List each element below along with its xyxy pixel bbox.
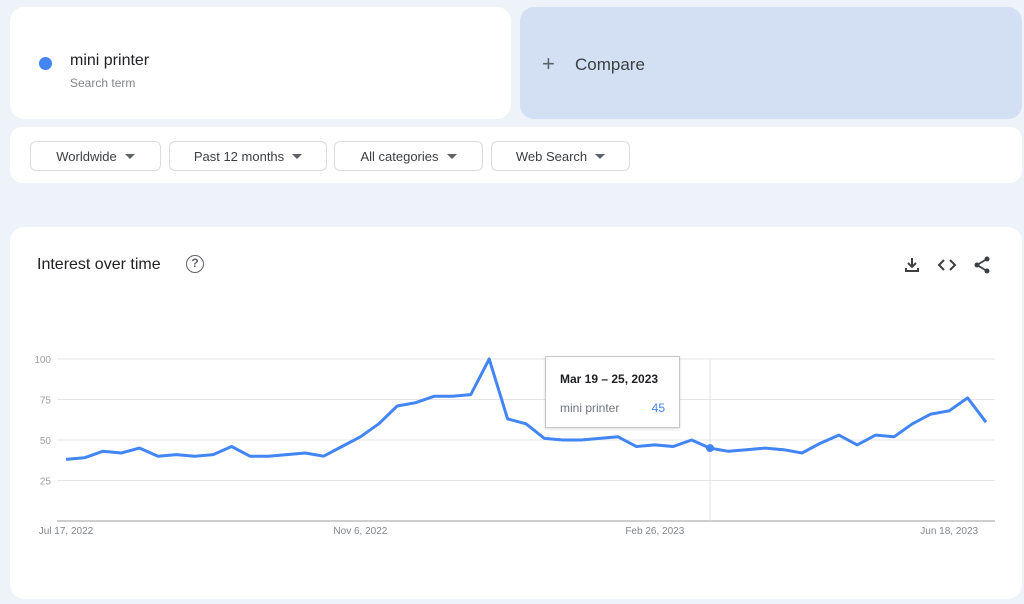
x-tick-label: Jul 17, 2022 <box>39 526 94 537</box>
y-tick-label: 75 <box>40 396 52 407</box>
series-line-mini-printer <box>65 357 988 461</box>
chart-tooltip: Mar 19 – 25, 2023 mini printer 45 <box>545 356 680 428</box>
x-tick-label: Feb 26, 2023 <box>625 526 684 537</box>
x-tick-label: Jun 18, 2023 <box>920 526 978 537</box>
hover-point <box>706 444 714 453</box>
y-tick-label: 25 <box>40 477 52 488</box>
line-chart: 25 50 75 100 Jul 17, 2022 Nov 6, 2022 Feb 26, … <box>34 355 995 537</box>
x-tick-label: Nov 6, 2022 <box>333 526 387 537</box>
tooltip-series-label: mini printer <box>560 401 620 415</box>
y-tick-label: 50 <box>40 436 52 447</box>
tooltip-date: Mar 19 – 25, 2023 <box>560 372 659 386</box>
tooltip-value: 45 <box>651 401 665 415</box>
y-tick-label: 100 <box>34 355 51 366</box>
